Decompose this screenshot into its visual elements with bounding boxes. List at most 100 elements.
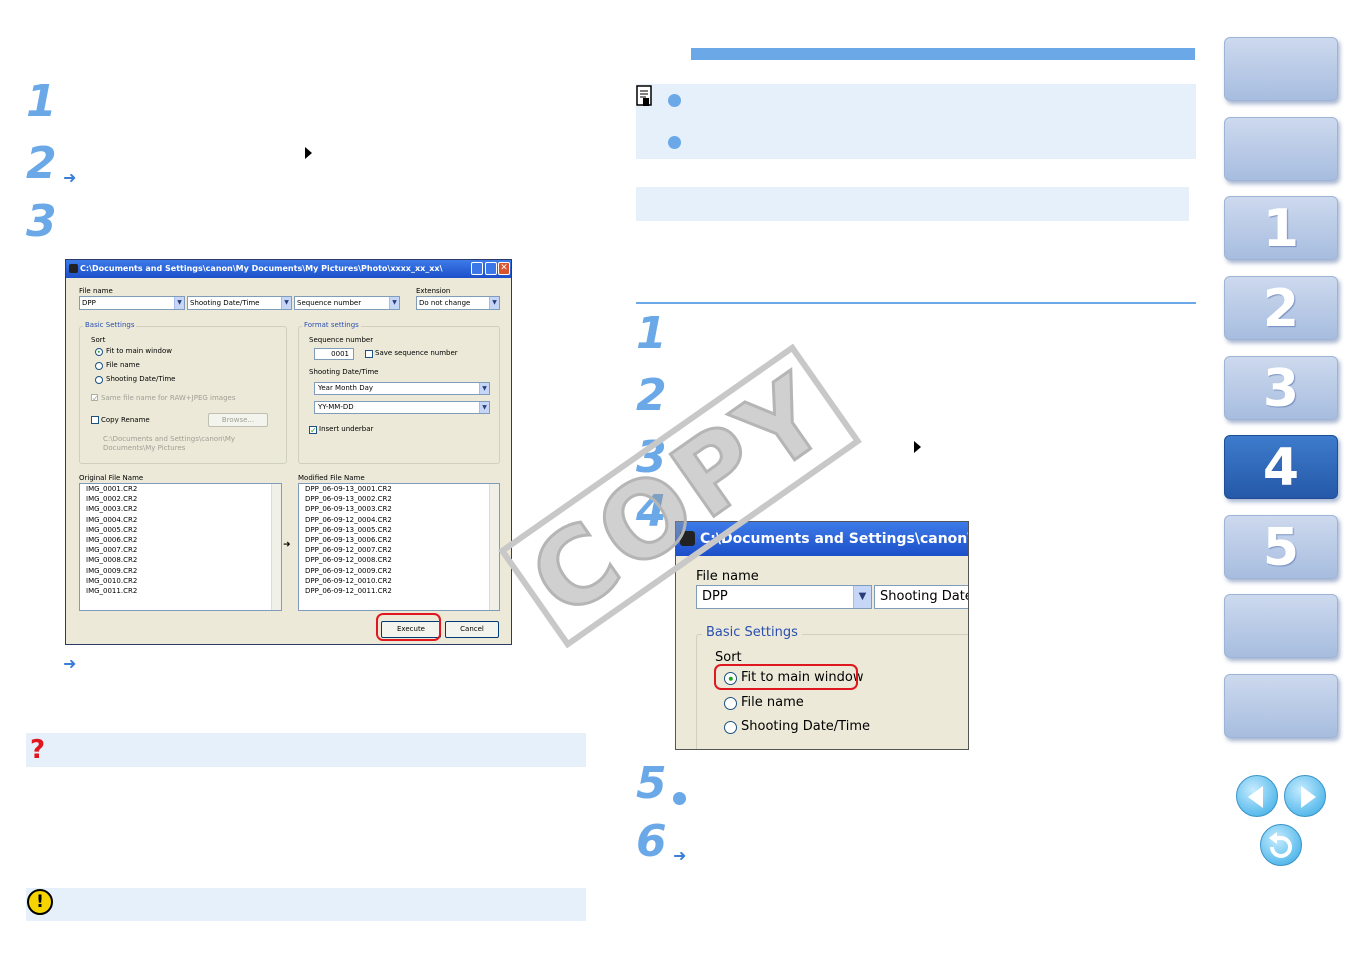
modified-file-name-label: Modified File Name xyxy=(298,474,365,482)
sequence-number-input[interactable]: 0001 xyxy=(314,348,354,360)
tab-chapter-1[interactable]: 1 xyxy=(1224,196,1338,260)
list-item[interactable]: IMG_0007.CR2 xyxy=(83,545,281,555)
next-page-icon[interactable] xyxy=(1284,775,1326,817)
destination-path: C:\Documents and Settings\canon\My Docum… xyxy=(103,435,236,452)
section-divider xyxy=(636,302,1196,304)
tab-chapter-4[interactable]: 4 xyxy=(1224,435,1338,499)
file-name-label: File name xyxy=(79,287,113,295)
tab-contents-2[interactable] xyxy=(1224,117,1338,181)
return-icon[interactable] xyxy=(1260,824,1302,866)
previous-page-icon[interactable] xyxy=(1236,775,1278,817)
right-step-2: 2 xyxy=(636,370,667,421)
save-sequence-label: Save sequence number xyxy=(375,349,458,357)
list-item[interactable]: IMG_0003.CR2 xyxy=(83,504,281,514)
sort-option-fit: Fit to main window xyxy=(106,347,172,355)
zoom-sort-label: Sort xyxy=(715,650,742,665)
step-number-3: 3 xyxy=(26,196,57,247)
same-file-name-label: Same file name for RAW+JPEG images xyxy=(101,394,236,402)
tab-chapter-2[interactable]: 2 xyxy=(1224,276,1338,340)
list-item[interactable]: IMG_0006.CR2 xyxy=(83,535,281,545)
same-file-name-checkbox[interactable]: ✓ xyxy=(91,394,99,403)
date-format-combo[interactable]: Year Month Day ▼ xyxy=(314,382,490,395)
list-item[interactable]: DPP_06-09-12_0008.CR2 xyxy=(302,555,499,565)
modified-file-list[interactable]: DPP_06-09-13_0001.CR2 DPP_06-09-13_0002.C… xyxy=(298,483,500,611)
minimize-icon[interactable] xyxy=(471,262,483,275)
right-step-1: 1 xyxy=(636,308,667,359)
insert-underbar-label: Insert underbar xyxy=(319,425,374,433)
sort-label: Sort xyxy=(91,336,106,344)
copy-rename-checkbox[interactable] xyxy=(91,416,99,424)
extension-combo[interactable]: Do not change ▼ xyxy=(416,296,500,310)
tab-appendix[interactable] xyxy=(1224,594,1338,658)
menu-arrow-icon xyxy=(305,147,312,159)
list-item[interactable]: DPP_06-09-12_0011.CR2 xyxy=(302,586,499,596)
sort-radio-fit[interactable] xyxy=(95,348,103,356)
tab-chapter-5[interactable]: 5 xyxy=(1224,515,1338,579)
list-item[interactable]: DPP_06-09-13_0003.CR2 xyxy=(302,504,499,514)
list-item[interactable]: IMG_0004.CR2 xyxy=(83,515,281,525)
list-item[interactable]: DPP_06-09-12_0004.CR2 xyxy=(302,515,499,525)
zoom-sort-radio-date[interactable] xyxy=(724,721,737,734)
convert-arrow-icon: ➜ xyxy=(283,540,291,550)
right-step-6: 6 xyxy=(636,816,667,867)
file-name-combo-3[interactable]: Sequence number ▼ xyxy=(294,296,400,310)
list-item[interactable]: DPP_06-09-12_0009.CR2 xyxy=(302,566,499,576)
file-name-combo-1[interactable]: DPP ▼ xyxy=(79,296,185,310)
original-list-scrollbar[interactable] xyxy=(271,484,281,610)
original-file-list[interactable]: IMG_0001.CR2 IMG_0002.CR2 IMG_0003.CR2 IMG_… xyxy=(79,483,282,611)
insert-underbar-checkbox[interactable]: ✓ xyxy=(309,426,317,435)
memo-bullet-1 xyxy=(668,94,681,107)
browse-button[interactable]: Browse... xyxy=(208,413,268,427)
memo-bullet-2 xyxy=(668,136,681,149)
sort-option-file-name: File name xyxy=(106,361,140,369)
zoom-sort-radio-file-name[interactable] xyxy=(724,697,737,710)
list-item[interactable]: IMG_0010.CR2 xyxy=(83,576,281,586)
tab-chapter-3[interactable]: 3 xyxy=(1224,356,1338,420)
caution-icon: ! xyxy=(27,889,53,915)
close-icon[interactable]: ✕ xyxy=(498,262,510,275)
format-settings-group xyxy=(298,326,500,464)
sequence-number-label: Sequence number xyxy=(309,336,374,344)
zoom-basic-settings-label: Basic Settings xyxy=(702,625,802,640)
zoom-sort-option-date: Shooting Date/Time xyxy=(741,719,870,734)
result-arrow-icon: ➜ xyxy=(673,846,687,865)
list-item[interactable]: IMG_0005.CR2 xyxy=(83,525,281,535)
list-item[interactable]: DPP_06-09-13_0001.CR2 xyxy=(302,484,499,494)
caution-panel xyxy=(26,888,586,921)
basic-settings-label: Basic Settings xyxy=(83,321,137,329)
date-pattern-combo[interactable]: YY-MM-DD ▼ xyxy=(314,401,490,414)
zoom-file-name-combo-1[interactable]: DPP ▼ xyxy=(696,585,872,609)
zoom-sort-option-file-name: File name xyxy=(741,695,804,710)
tab-index[interactable] xyxy=(1224,674,1338,738)
list-item[interactable]: DPP_06-09-13_0002.CR2 xyxy=(302,494,499,504)
original-file-name-label: Original File Name xyxy=(79,474,144,482)
list-item[interactable]: IMG_0008.CR2 xyxy=(83,555,281,565)
format-settings-label: Format settings xyxy=(302,321,361,329)
save-sequence-checkbox[interactable] xyxy=(365,350,373,358)
list-item[interactable]: IMG_0001.CR2 xyxy=(83,484,281,494)
zoom-file-name-combo-2[interactable]: Shooting Date/Time xyxy=(874,585,968,609)
camera-icon xyxy=(69,264,78,273)
list-item[interactable]: IMG_0009.CR2 xyxy=(83,566,281,576)
sort-radio-file-name[interactable] xyxy=(95,362,103,370)
file-name-combo-2[interactable]: Shooting Date/Time ▼ xyxy=(187,296,292,310)
result-arrow-icon: ➜ xyxy=(63,168,77,187)
memo-panel xyxy=(636,84,1196,159)
list-item[interactable]: DPP_06-09-12_0010.CR2 xyxy=(302,576,499,586)
maximize-icon[interactable] xyxy=(485,262,497,275)
modified-list-scrollbar[interactable] xyxy=(489,484,499,610)
sort-option-date: Shooting Date/Time xyxy=(106,375,176,383)
tab-contents-1[interactable] xyxy=(1224,37,1338,101)
list-item[interactable]: DPP_06-09-13_0005.CR2 xyxy=(302,525,499,535)
zoom-file-name-label: File name xyxy=(696,569,759,584)
sort-radio-date[interactable] xyxy=(95,376,103,384)
rename-dialog: C:\Documents and Settings\canon\My Docum… xyxy=(65,259,512,645)
list-item[interactable]: IMG_0002.CR2 xyxy=(83,494,281,504)
list-item[interactable]: IMG_0011.CR2 xyxy=(83,586,281,596)
menu-arrow-icon xyxy=(914,441,921,453)
extension-label: Extension xyxy=(416,287,451,295)
copy-rename-label: Copy Rename xyxy=(101,416,150,424)
list-item[interactable]: DPP_06-09-13_0006.CR2 xyxy=(302,535,499,545)
cancel-button[interactable]: Cancel xyxy=(445,621,499,638)
list-item[interactable]: DPP_06-09-12_0007.CR2 xyxy=(302,545,499,555)
